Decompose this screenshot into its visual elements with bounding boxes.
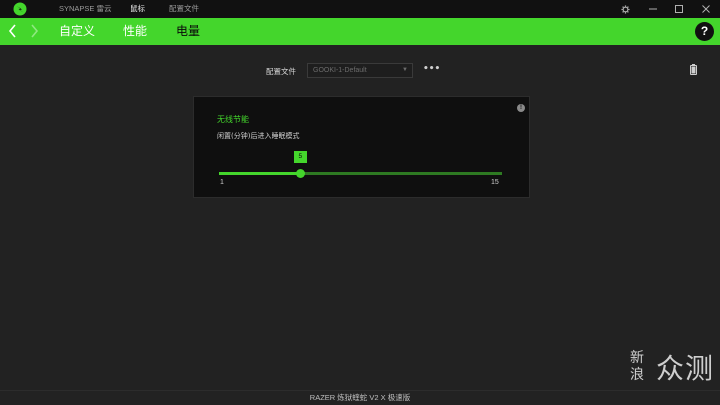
tab-customize[interactable]: 自定义	[59, 18, 95, 45]
profile-selected-value: GOOKI-1-Default	[313, 67, 367, 74]
razer-logo-icon[interactable]	[12, 2, 28, 16]
nav-profiles[interactable]: 配置文件	[169, 0, 199, 18]
maximize-button[interactable]	[669, 0, 689, 18]
settings-button[interactable]	[615, 0, 635, 18]
slider-fill	[219, 172, 300, 175]
close-icon	[702, 5, 710, 13]
profile-label: 配置文件	[266, 67, 296, 76]
wireless-power-saving-panel: 无线节能 闲置(分钟)后进入睡眠模式 ! 5 1 15	[193, 96, 530, 198]
panel-title: 无线节能	[217, 115, 249, 124]
back-arrow-icon[interactable]	[7, 23, 19, 39]
gear-icon	[620, 4, 630, 14]
chevron-down-icon: ▼	[402, 67, 408, 73]
nav-bar: 自定义 性能 电量 ?	[0, 18, 720, 45]
watermark-text-2: 众测	[656, 352, 715, 385]
info-icon[interactable]: !	[517, 104, 525, 112]
forward-arrow-icon[interactable]	[28, 23, 40, 39]
profile-dropdown[interactable]: GOOKI-1-Default ▼	[307, 63, 413, 78]
minimize-icon	[649, 8, 657, 10]
device-name: RAZER 炼狱蝰蛇 V2 X 极速版	[309, 393, 411, 402]
slider-value-bubble: 5	[293, 151, 307, 163]
more-options-button[interactable]: •••	[423, 64, 440, 74]
sleep-slider[interactable]	[219, 169, 502, 178]
title-bar: SYNAPSE 雷云 鼠标 配置文件	[0, 0, 720, 18]
maximize-icon	[675, 5, 683, 13]
close-button[interactable]	[696, 0, 716, 18]
slider-max-label: 15	[491, 179, 499, 186]
minimize-button[interactable]	[643, 0, 663, 18]
slider-min-label: 1	[220, 179, 224, 186]
device-name-footer: RAZER 炼狱蝰蛇 V2 X 极速版	[0, 390, 720, 405]
help-button[interactable]: ?	[695, 22, 714, 41]
nav-synapse[interactable]: SYNAPSE 雷云	[59, 0, 112, 18]
help-icon: ?	[700, 24, 709, 38]
slider-thumb[interactable]	[295, 169, 305, 178]
panel-subtitle: 闲置(分钟)后进入睡眠模式	[217, 132, 300, 140]
tab-performance[interactable]: 性能	[123, 18, 147, 45]
watermark-logo: 新浪 众测	[630, 350, 716, 390]
watermark-text-1: 新浪	[630, 350, 644, 383]
tab-power[interactable]: 电量	[176, 18, 200, 45]
battery-icon	[690, 64, 697, 75]
nav-mouse[interactable]: 鼠标	[130, 0, 145, 18]
